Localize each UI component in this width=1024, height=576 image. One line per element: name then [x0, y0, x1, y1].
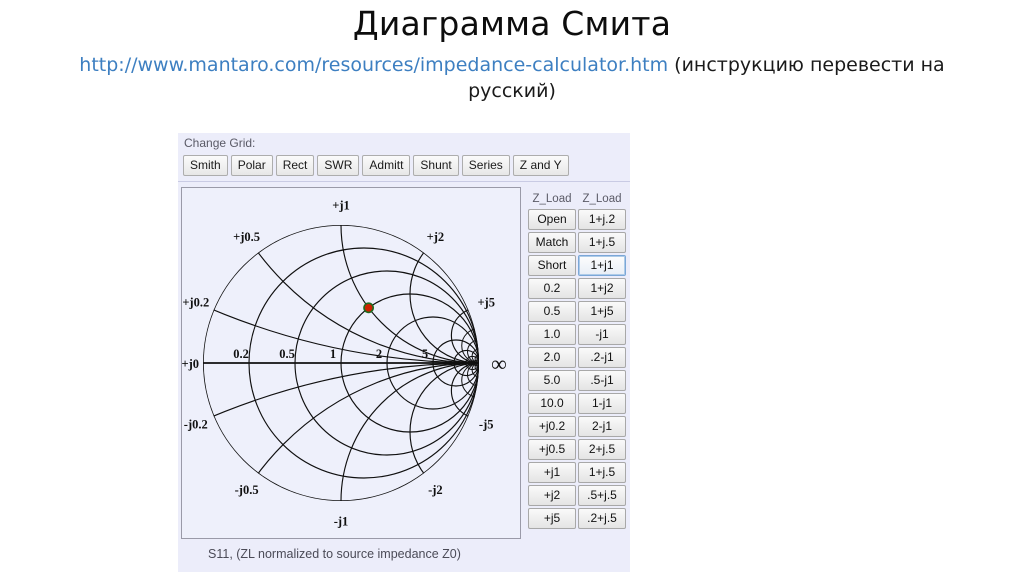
chart-label: -j1: [334, 514, 349, 528]
zload-button-2-1[interactable]: 1+j.5: [578, 232, 626, 253]
chart-label: +j1: [332, 199, 350, 213]
grid-button-rect[interactable]: Rect: [275, 155, 315, 176]
zload-button-1-3[interactable]: 0.2: [528, 278, 576, 299]
zload-buttons-1: Open Match Short 0.2 0.5 1.0 2.0 5.0 10.0 +j0.2 +j…: [528, 209, 576, 529]
grid-toolbar: Smith Polar Rect SWR Admitt Shunt Series…: [183, 155, 569, 176]
zload-button-1-13[interactable]: +j5: [528, 508, 576, 529]
zload-button-2-13[interactable]: .2+j.5: [578, 508, 626, 529]
grid-button-swr[interactable]: SWR: [317, 155, 360, 176]
grid-button-admitt[interactable]: Admitt: [362, 155, 411, 176]
zload-button-1-1[interactable]: Match: [528, 232, 576, 253]
zload-buttons-2: 1+j.2 1+j.5 1+j1 1+j2 1+j5 -j1.2-j1.5-j1 1-j1 2…: [578, 209, 626, 529]
grid-button-smith[interactable]: Smith: [183, 155, 228, 176]
zload-button-2-10[interactable]: 2+j.5: [578, 439, 626, 460]
chart-label: 0.5: [279, 347, 295, 361]
page-title: Диаграмма Смита: [352, 4, 672, 43]
chart-label: -j0.5: [235, 483, 259, 497]
grid-button-z-and-y[interactable]: Z and Y: [512, 155, 569, 176]
toolbar-divider: [178, 181, 630, 182]
grid-button-polar[interactable]: Polar: [230, 155, 273, 176]
zload-button-2-5[interactable]: -j1: [578, 324, 626, 345]
zload-button-1-11[interactable]: +j1: [528, 462, 576, 483]
zload-button-2-6[interactable]: .2-j1: [578, 347, 626, 368]
zload-button-1-5[interactable]: 1.0: [528, 324, 576, 345]
grid-button-series[interactable]: Series: [461, 155, 510, 176]
chart-label: +j5: [477, 295, 495, 309]
chart-label: ∞: [491, 351, 507, 376]
zload-button-2-4[interactable]: 1+j5: [578, 301, 626, 322]
zload-button-2-12[interactable]: .5+j.5: [578, 485, 626, 506]
zload-button-2-11[interactable]: 1+j.5: [578, 462, 626, 483]
zload-button-1-4[interactable]: 0.5: [528, 301, 576, 322]
chart-label: -j2: [428, 483, 443, 497]
smith-chart[interactable]: 0+j0 ∞ 0.2 0.5 1 2 5 +j0.2 +j0.5 +j1 +j2 +j5 -j0.2 -j…: [182, 188, 520, 538]
subtitle: http://www.mantaro.com/resources/impedan…: [60, 52, 964, 104]
zload-button-2-2[interactable]: 1+j1: [578, 255, 626, 276]
marker-dot[interactable]: [364, 304, 373, 312]
zload-button-1-0[interactable]: Open: [528, 209, 576, 230]
zload-column-1: Z_Load Open Match Short 0.2 0.5 1.0 2.0 5.0 10.0…: [528, 193, 576, 531]
impedance-marker[interactable]: [363, 302, 374, 314]
chart-label: +j0.5: [233, 230, 260, 244]
smith-chart-frame[interactable]: 0+j0 ∞ 0.2 0.5 1 2 5 +j0.2 +j0.5 +j1 +j2 +j5 -j0.2 -j…: [181, 187, 521, 539]
zload-header-1: Z_Load: [532, 193, 572, 205]
impedance-calculator-panel: Change Grid: Smith Polar Rect SWR Admitt…: [178, 133, 630, 572]
chart-label: 0+j0: [182, 357, 199, 371]
chart-label: 1: [330, 347, 336, 361]
chart-label: 2: [376, 347, 382, 361]
zload-column-2: Z_Load 1+j.2 1+j.5 1+j1 1+j2 1+j5 -j1.2-j1.5-…: [578, 193, 626, 531]
zload-button-1-9[interactable]: +j0.2: [528, 416, 576, 437]
zload-button-1-6[interactable]: 2.0: [528, 347, 576, 368]
chart-label: -j0.2: [184, 418, 208, 432]
zload-button-2-3[interactable]: 1+j2: [578, 278, 626, 299]
zload-button-2-8[interactable]: 1-j1: [578, 393, 626, 414]
zload-button-2-0[interactable]: 1+j.2: [578, 209, 626, 230]
grid-button-shunt[interactable]: Shunt: [413, 155, 459, 176]
change-grid-label: Change Grid:: [184, 136, 256, 150]
chart-label: 0.2: [233, 347, 249, 361]
chart-caption: S11, (ZL normalized to source impedance …: [208, 547, 461, 561]
zload-button-1-7[interactable]: 5.0: [528, 370, 576, 391]
source-url-link[interactable]: http://www.mantaro.com/resources/impedan…: [79, 54, 668, 76]
zload-button-1-2[interactable]: Short: [528, 255, 576, 276]
chart-label: 5: [422, 347, 428, 361]
zload-header-2: Z_Load: [582, 193, 622, 205]
chart-label: +j0.2: [182, 295, 209, 309]
zload-button-1-10[interactable]: +j0.5: [528, 439, 576, 460]
zload-button-1-8[interactable]: 10.0: [528, 393, 576, 414]
zload-button-2-9[interactable]: 2-j1: [578, 416, 626, 437]
chart-label: -j5: [479, 418, 494, 432]
zload-button-2-7[interactable]: .5-j1: [578, 370, 626, 391]
chart-label: +j2: [427, 230, 445, 244]
zload-button-1-12[interactable]: +j2: [528, 485, 576, 506]
